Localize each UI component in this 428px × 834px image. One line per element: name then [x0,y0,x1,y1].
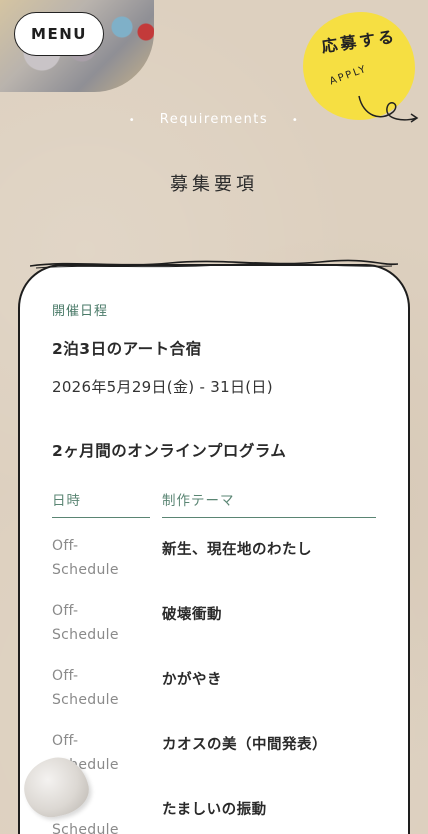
section-title: 募集要項 [170,174,258,195]
table-row-date: Off- Schedule [52,534,119,582]
row-date-line2: Schedule [52,562,119,578]
apply-button[interactable]: 応募する APPLY [303,12,419,123]
table-row-theme: 新生、現在地のわたし [162,542,312,558]
program-title: 2ヶ月間のオンラインプログラム [52,442,287,460]
camp-title: 2泊3日のアート合宿 [52,340,202,358]
table-row-theme: たましいの振動 [162,802,267,818]
section-label: • Requirements • [0,112,428,127]
row-date-line2: Schedule [52,627,119,643]
table-row-date: Off- Schedule [52,599,119,647]
row-date-line2: Schedule [52,822,119,834]
bullet-icon: • [128,115,137,126]
row-date-line1: Off- [52,668,79,684]
section-label-text: Requirements [159,112,269,127]
table-row-date: Off- Schedule [52,664,119,712]
row-date-line1: Off- [52,733,79,749]
table-row-theme: カオスの美（中間発表） [162,737,327,753]
schedule-field-label: 開催日程 [52,304,109,319]
column-header-date: 日時 [52,489,150,518]
menu-button[interactable]: MENU [14,12,104,56]
bullet-icon: • [291,115,300,126]
apply-label-jp: 応募する [320,26,399,57]
row-date-line1: Off- [52,538,79,554]
camp-dates: 2026年5月29日(金) - 31日(日) [52,378,273,396]
row-date-line2: Schedule [52,692,119,708]
row-date-line1: Off- [52,603,79,619]
apply-label-en: APPLY [328,63,369,88]
card-scribble-edge [30,259,398,269]
column-header-theme: 制作テーマ [162,489,376,518]
table-row-theme: かがやき [162,672,222,688]
table-row-theme: 破壊衝動 [162,607,222,623]
